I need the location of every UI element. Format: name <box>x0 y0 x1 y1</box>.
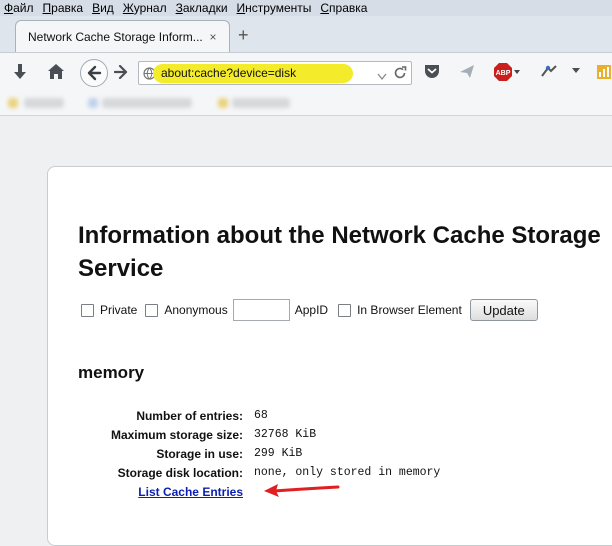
bookmark-item[interactable] <box>102 98 192 108</box>
bookmark-icon[interactable] <box>596 63 612 81</box>
row-value: 68 <box>254 409 268 422</box>
bookmarks-bar <box>0 90 612 116</box>
menu-help[interactable]: Справка <box>320 0 367 16</box>
download-icon[interactable] <box>12 63 28 81</box>
row-value: 299 KiB <box>254 447 303 460</box>
close-tab-icon[interactable]: × <box>205 30 221 44</box>
row-value: 32768 KiB <box>254 428 317 441</box>
row-key: Maximum storage size: <box>110 427 243 442</box>
plugin-icon[interactable] <box>540 64 558 79</box>
url-bar[interactable]: about:cache?device=disk <box>138 61 412 85</box>
filter-controls: Private Anonymous AppID In Browser Eleme… <box>81 299 538 321</box>
memory-info-table: Number of entries: 68 Maximum storage si… <box>70 406 440 501</box>
tab-title: Network Cache Storage Inform... <box>28 29 203 44</box>
back-button[interactable] <box>80 59 108 87</box>
bookmark-item[interactable] <box>232 98 290 108</box>
list-link-cell: List Cache Entries <box>70 482 254 501</box>
private-label: Private <box>100 303 138 317</box>
table-row: Number of entries: 68 <box>70 406 440 425</box>
menu-edit[interactable]: Правка <box>43 0 84 16</box>
menu-view[interactable]: Вид <box>92 0 114 16</box>
url-text[interactable]: about:cache?device=disk <box>161 66 296 80</box>
tab-cache-storage[interactable]: Network Cache Storage Inform... × <box>15 20 230 52</box>
table-row: Storage disk location: none, only stored… <box>70 463 441 482</box>
home-icon[interactable] <box>47 63 65 80</box>
in-browser-element-label: In Browser Element <box>357 303 462 317</box>
section-heading-memory: memory <box>78 363 145 382</box>
dropdown-icon[interactable] <box>377 68 387 86</box>
appid-input[interactable] <box>232 299 290 321</box>
table-row: Maximum storage size: 32768 KiB <box>70 425 440 444</box>
list-cache-entries-link[interactable]: List Cache Entries <box>138 485 243 499</box>
tab-strip: Network Cache Storage Inform... × + <box>0 16 612 52</box>
menu-dropdown-icon[interactable] <box>571 67 581 75</box>
menu-bar: Файл Правка Вид Журнал Закладки Инструме… <box>0 0 612 16</box>
menu-file[interactable]: Файл <box>4 0 34 16</box>
bookmark-folder-icon[interactable] <box>8 98 18 108</box>
reload-icon[interactable] <box>393 66 407 85</box>
back-icon <box>87 65 102 81</box>
adblock-icon[interactable]: ABP <box>494 63 520 81</box>
row-key: Storage in use: <box>156 446 243 461</box>
page-title: Information about the Network Cache Stor… <box>78 222 601 282</box>
appid-label: AppID <box>294 303 329 317</box>
bookmark-folder-icon[interactable] <box>218 98 228 108</box>
private-checkbox[interactable] <box>81 303 94 317</box>
send-icon[interactable] <box>459 64 475 79</box>
menu-bookmarks[interactable]: Закладки <box>176 0 228 16</box>
anonymous-checkbox[interactable] <box>145 303 159 317</box>
anonymous-label: Anonymous <box>164 303 228 317</box>
nav-bar: about:cache?device=disk ABP <box>0 52 612 90</box>
adblock-label: ABP <box>496 70 511 77</box>
update-button[interactable]: Update <box>469 299 538 321</box>
table-row: Storage in use: 299 KiB <box>70 444 440 463</box>
bookmark-item-icon[interactable] <box>88 98 98 108</box>
new-tab-button[interactable]: + <box>238 25 249 45</box>
menu-tools[interactable]: Инструменты <box>237 0 312 16</box>
in-browser-element-checkbox[interactable] <box>338 303 352 317</box>
table-row: List Cache Entries <box>70 482 440 501</box>
row-value: none, only stored in memory <box>254 466 441 479</box>
row-key: Number of entries: <box>136 408 243 423</box>
row-key: Storage disk location: <box>117 465 243 480</box>
pocket-icon[interactable] <box>424 64 440 79</box>
bookmark-item[interactable] <box>24 98 64 108</box>
red-arrow-annotation <box>264 484 340 497</box>
forward-icon[interactable] <box>114 65 128 79</box>
menu-history[interactable]: Журнал <box>123 0 167 16</box>
